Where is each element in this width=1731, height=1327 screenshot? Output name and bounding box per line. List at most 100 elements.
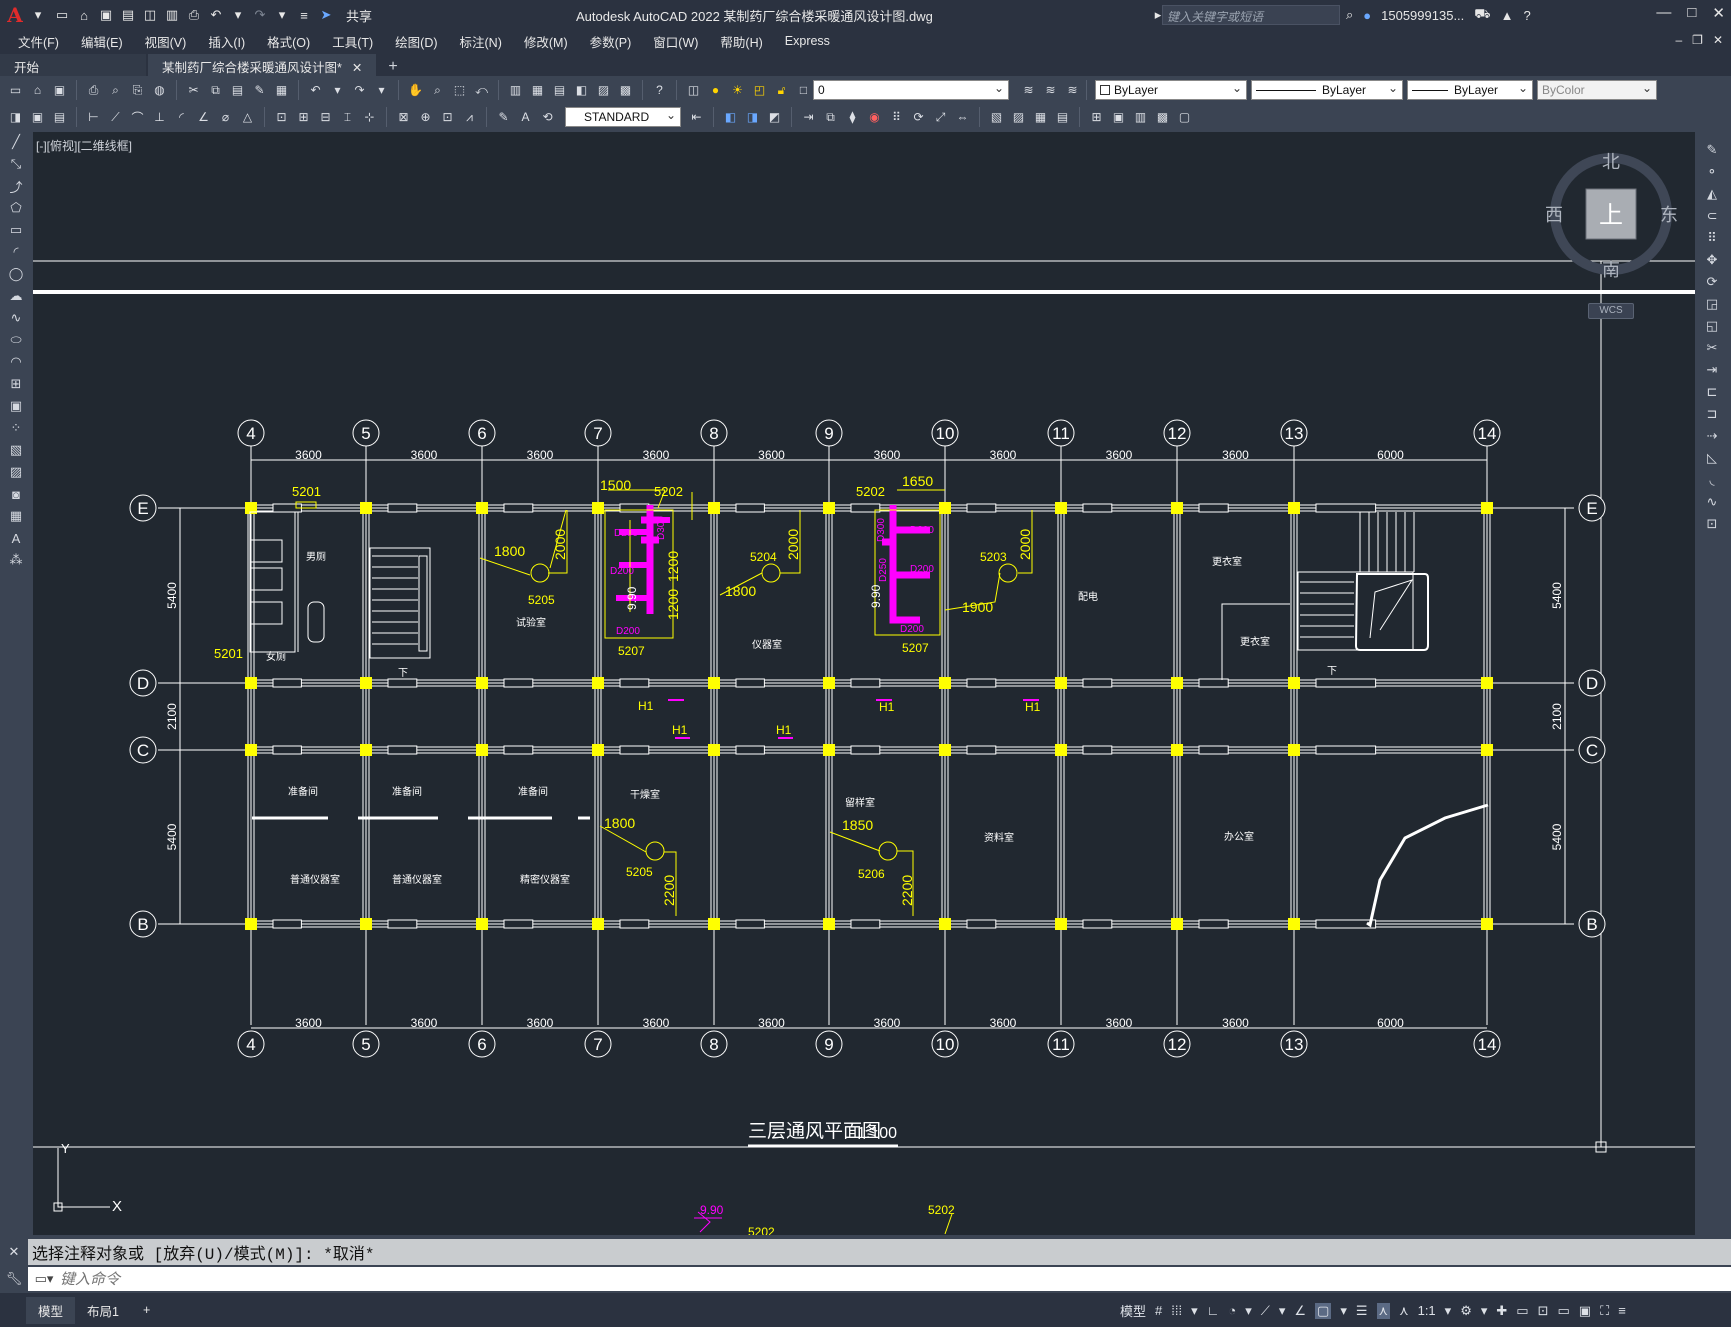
axis-label[interactable]: 6	[477, 424, 486, 443]
insert-block-icon[interactable]: ⊞	[1087, 108, 1106, 127]
jog-line-icon[interactable]: ⩘	[460, 108, 479, 127]
tag-5202[interactable]: 5202	[748, 1225, 775, 1235]
axis-label[interactable]: D	[1586, 674, 1598, 693]
axis-label[interactable]: 11	[1052, 1035, 1070, 1054]
polar-icon[interactable]: ◔	[1228, 1303, 1236, 1318]
model-space-button[interactable]: 模型	[1120, 1301, 1146, 1320]
layer-on-icon[interactable]: ●	[706, 81, 725, 100]
workspace-gear-icon[interactable]: ⚙	[1460, 1303, 1472, 1319]
jogged-dim-icon[interactable]: ∠	[194, 108, 213, 127]
span-dimension[interactable]: 3600	[1222, 448, 1249, 462]
axis-label[interactable]: E	[1586, 499, 1597, 518]
scale-dropdown-icon[interactable]: ▾	[1445, 1303, 1452, 1319]
make-current-layer-icon[interactable]: ≋	[1019, 81, 1038, 100]
tab-drawing[interactable]: 某制药厂综合楼采暖通风设计图* ✕	[148, 54, 377, 76]
hatch-icon[interactable]: ▧	[987, 108, 1006, 127]
dim-update-icon[interactable]: ⟲	[538, 108, 557, 127]
table-icon[interactable]: ▦	[6, 506, 26, 526]
customize-qat-icon[interactable]: ≡	[296, 7, 312, 23]
span-dimension[interactable]: 3600	[990, 1016, 1017, 1030]
dim-1900[interactable]: 1900	[962, 599, 993, 615]
dim-2200[interactable]: 2200	[661, 875, 677, 906]
annotation-monitor-icon[interactable]: ✚	[1496, 1303, 1507, 1319]
polyline-icon[interactable]: ⤴	[6, 176, 26, 196]
axis-label[interactable]: 5	[361, 1035, 370, 1054]
row-dimension[interactable]: 5400	[165, 582, 179, 609]
elevation-9-90[interactable]: 9.90	[625, 586, 639, 610]
axis-label[interactable]: 13	[1285, 424, 1304, 443]
linear-dim-icon[interactable]: ⊢	[84, 108, 103, 127]
continue-dim-icon[interactable]: ⊟	[316, 108, 335, 127]
blend-icon[interactable]: ∿	[1702, 492, 1722, 512]
erase-icon[interactable]: ✎	[1702, 140, 1722, 160]
attach-icon[interactable]: ▥	[1131, 108, 1150, 127]
cut-icon[interactable]: ✂	[184, 81, 203, 100]
axis-label[interactable]: 12	[1168, 424, 1187, 443]
axis-label[interactable]: B	[137, 915, 148, 934]
layout-tab-layout1[interactable]: 布局1	[75, 1297, 131, 1324]
object-snap-icon[interactable]: ▢	[1315, 1302, 1332, 1319]
help-icon[interactable]: ?	[650, 81, 669, 100]
dim-2000[interactable]: 2000	[785, 529, 801, 560]
lineweight-dropdown[interactable]: ByLayer	[1407, 80, 1533, 100]
markup-icon[interactable]: ▨	[594, 81, 613, 100]
zoom-realtime-icon[interactable]: ⌕	[428, 81, 447, 100]
undo-dropdown-icon[interactable]: ▾	[328, 81, 347, 100]
clean-screen-icon[interactable]: ⛶	[1600, 1303, 1609, 1319]
compass-east[interactable]: 东	[1660, 205, 1678, 225]
inspect-icon[interactable]: ⊡	[438, 108, 457, 127]
array-icon[interactable]: ⠿	[887, 108, 906, 127]
line-icon[interactable]: ╱	[6, 132, 26, 152]
span-dimension[interactable]: 3600	[758, 448, 785, 462]
axis-label[interactable]: 8	[709, 424, 718, 443]
design-center-icon[interactable]: ▦	[528, 81, 547, 100]
fillet-icon[interactable]: ◟	[1702, 470, 1722, 490]
compass-north[interactable]: 北	[1602, 152, 1620, 172]
object-snap-dropdown-icon[interactable]: ▾	[1340, 1303, 1347, 1319]
dim-text-edit-icon[interactable]: A	[516, 108, 535, 127]
color-dropdown[interactable]: ByLayer	[1095, 80, 1247, 100]
span-dimension[interactable]: 3600	[411, 1016, 438, 1030]
redo-icon[interactable]: ↷	[350, 81, 369, 100]
aligned-dim-icon[interactable]: ⟋	[106, 108, 125, 127]
gradient-icon[interactable]: ▨	[6, 462, 26, 482]
ortho-icon[interactable]: ∟	[1207, 1303, 1220, 1318]
axis-label[interactable]: B	[1586, 915, 1597, 934]
axis-label[interactable]: 10	[936, 1035, 955, 1054]
close-button[interactable]: ✕	[1712, 4, 1725, 22]
arc-icon[interactable]: ◜	[6, 242, 26, 262]
axis-label[interactable]: 7	[593, 1035, 602, 1054]
menu-express[interactable]: Express	[785, 34, 830, 48]
share-button[interactable]: 共享	[346, 6, 372, 25]
tag-5202[interactable]: 5202	[856, 484, 885, 499]
break-icon[interactable]: ⊐	[1702, 404, 1722, 424]
menu-format[interactable]: 格式(O)	[267, 32, 310, 51]
menu-parametric[interactable]: 参数(P)	[590, 32, 632, 51]
textstyle-dropdown[interactable]: STANDARD	[565, 107, 681, 127]
dim-1850[interactable]: 1850	[842, 817, 873, 833]
circle-icon[interactable]: ◯	[6, 264, 26, 284]
axis-label[interactable]: 10	[936, 424, 955, 443]
doc-minimize-icon[interactable]: –	[1675, 33, 1682, 47]
trim-icon[interactable]: ✂	[1702, 338, 1722, 358]
help-search-input[interactable]: 键入关键字或短语	[1162, 5, 1340, 25]
axis-label[interactable]: 14	[1478, 424, 1497, 443]
mirror-icon[interactable]: ⧫	[843, 108, 862, 127]
axis-label[interactable]: 4	[246, 424, 255, 443]
center-mark-icon[interactable]: ⊕	[416, 108, 435, 127]
move-icon[interactable]: ✥	[1702, 250, 1722, 270]
search-icon[interactable]: ⌕	[1346, 7, 1353, 23]
axis-label[interactable]: 5	[361, 424, 370, 443]
copy-icon[interactable]: ⚬	[1702, 162, 1722, 182]
undo-dropdown-icon[interactable]: ▾	[230, 7, 246, 23]
user-account[interactable]: 1505999135...	[1381, 8, 1464, 23]
axis-label[interactable]: 9	[824, 424, 833, 443]
move-icon[interactable]: ⇥	[799, 108, 818, 127]
axis-label[interactable]: 8	[709, 1035, 718, 1054]
save-workspace-icon[interactable]: ▣	[28, 108, 47, 127]
break-point-icon[interactable]: ⊏	[1702, 382, 1722, 402]
publish-icon[interactable]: ⎘	[128, 81, 147, 100]
open-web-icon[interactable]: ◫	[142, 7, 158, 23]
menu-window[interactable]: 窗口(W)	[653, 32, 698, 51]
isodraft-dropdown-icon[interactable]: ▾	[1279, 1303, 1286, 1319]
